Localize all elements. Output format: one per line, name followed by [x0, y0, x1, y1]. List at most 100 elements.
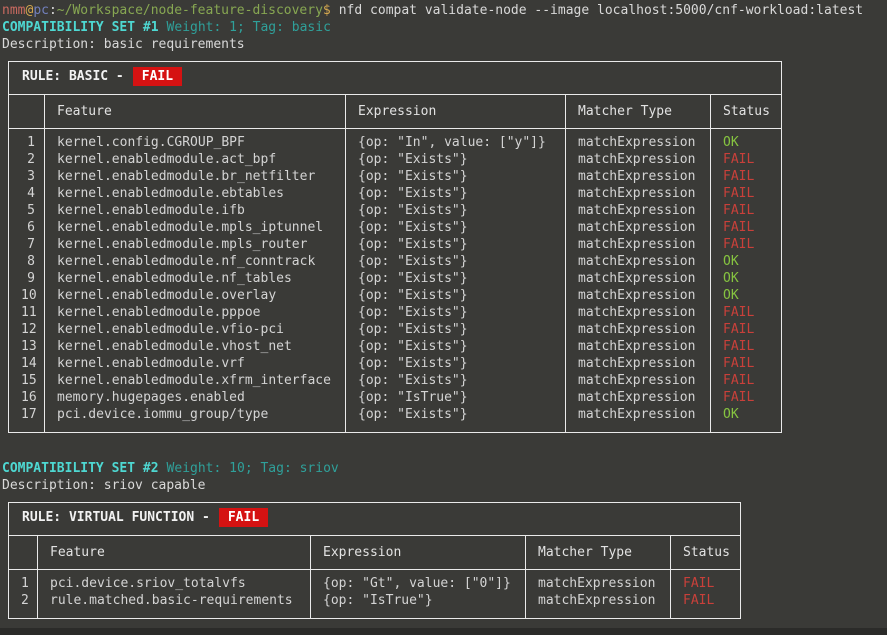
set2-description: Description: sriov capable — [2, 477, 887, 494]
expression-cell: {op: "Exists"} — [346, 236, 566, 253]
table-row: 9kernel.enabledmodule.nf_tables{op: "Exi… — [9, 270, 782, 287]
row-number-cell: 17 — [9, 406, 45, 433]
status-cell: FAIL — [711, 168, 782, 185]
row-number-cell: 1 — [9, 570, 38, 593]
status-cell: FAIL — [711, 304, 782, 321]
rule-label: RULE: BASIC - — [22, 69, 124, 84]
feature-cell: memory.hugepages.enabled — [45, 389, 346, 406]
matcher-cell: matchExpression — [566, 338, 711, 355]
col-header-expression: Expression — [346, 95, 566, 129]
prompt-user: nmm — [2, 3, 25, 18]
table-row: 2rule.matched.basic-requirements{op: "Is… — [9, 592, 741, 619]
terminal-bottom-edge — [0, 628, 887, 635]
status-cell: FAIL — [711, 321, 782, 338]
row-number-cell: 11 — [9, 304, 45, 321]
row-number-cell: 2 — [9, 151, 45, 168]
row-number-cell: 16 — [9, 389, 45, 406]
row-number-cell: 13 — [9, 338, 45, 355]
row-number-cell: 3 — [9, 168, 45, 185]
feature-cell: kernel.enabledmodule.nf_tables — [45, 270, 346, 287]
rule-status-badge: FAIL — [219, 508, 268, 527]
expression-cell: {op: "IsTrue"} — [311, 592, 526, 619]
expression-cell: {op: "Gt", value: ["0"]} — [311, 570, 526, 593]
table-row: 6kernel.enabledmodule.mpls_iptunnel{op: … — [9, 219, 782, 236]
feature-cell: kernel.enabledmodule.mpls_router — [45, 236, 346, 253]
table-row: 8kernel.enabledmodule.nf_conntrack{op: "… — [9, 253, 782, 270]
expression-cell: {op: "Exists"} — [346, 219, 566, 236]
col-header-matcher: Matcher Type — [566, 95, 711, 129]
row-number-cell: 1 — [9, 129, 45, 152]
feature-cell: kernel.enabledmodule.ebtables — [45, 185, 346, 202]
status-cell: FAIL — [711, 372, 782, 389]
feature-cell: pci.device.iommu_group/type — [45, 406, 346, 433]
set1-title: COMPATIBILITY SET #1 — [2, 20, 159, 35]
row-number-cell: 8 — [9, 253, 45, 270]
col-header-feature: Feature — [45, 95, 346, 129]
set1-meta: Weight: 1; Tag: basic — [167, 20, 331, 35]
feature-cell: kernel.enabledmodule.mpls_iptunnel — [45, 219, 346, 236]
expression-cell: {op: "Exists"} — [346, 202, 566, 219]
rule-table-virtual-function: RULE: VIRTUAL FUNCTION -FAIL Feature Exp… — [8, 502, 741, 619]
status-cell: OK — [711, 270, 782, 287]
matcher-cell: matchExpression — [566, 406, 711, 433]
table-row: 2kernel.enabledmodule.act_bpf{op: "Exist… — [9, 151, 782, 168]
prompt-colon: : — [49, 3, 57, 18]
feature-cell: rule.matched.basic-requirements — [38, 592, 311, 619]
expression-cell: {op: "Exists"} — [346, 287, 566, 304]
feature-cell: kernel.enabledmodule.xfrm_interface — [45, 372, 346, 389]
row-number-cell: 7 — [9, 236, 45, 253]
feature-cell: kernel.enabledmodule.nf_conntrack — [45, 253, 346, 270]
status-cell: FAIL — [711, 185, 782, 202]
matcher-cell: matchExpression — [566, 151, 711, 168]
rule-header-row: RULE: BASIC - FAIL — [9, 62, 782, 95]
col-header-matcher: Matcher Type — [526, 536, 671, 570]
set1-description: Description: basic requirements — [2, 36, 887, 53]
matcher-cell: matchExpression — [566, 372, 711, 389]
table-row: 15kernel.enabledmodule.xfrm_interface{op… — [9, 372, 782, 389]
table-row: 16memory.hugepages.enabled{op: "IsTrue"}… — [9, 389, 782, 406]
col-header-feature: Feature — [38, 536, 311, 570]
status-cell: FAIL — [711, 219, 782, 236]
row-number-cell: 9 — [9, 270, 45, 287]
rule-label: RULE: VIRTUAL FUNCTION - — [22, 510, 210, 525]
expression-cell: {op: "IsTrue"} — [346, 389, 566, 406]
matcher-cell: matchExpression — [566, 321, 711, 338]
table-row: 13kernel.enabledmodule.vhost_net{op: "Ex… — [9, 338, 782, 355]
expression-cell: {op: "Exists"} — [346, 253, 566, 270]
prompt-line: nmm@pc:~/Workspace/node-feature-discover… — [2, 2, 887, 19]
table-row: 3kernel.enabledmodule.br_netfilter{op: "… — [9, 168, 782, 185]
feature-cell: kernel.enabledmodule.vfio-pci — [45, 321, 346, 338]
table-row: 5kernel.enabledmodule.ifb{op: "Exists"}m… — [9, 202, 782, 219]
row-number-cell: 14 — [9, 355, 45, 372]
prompt-dollar: $ — [323, 3, 331, 18]
table-row: 1pci.device.sriov_totalvfs{op: "Gt", val… — [9, 570, 741, 593]
status-cell: OK — [711, 406, 782, 433]
table-row: 12kernel.enabledmodule.vfio-pci{op: "Exi… — [9, 321, 782, 338]
status-cell: OK — [711, 287, 782, 304]
rule-status-badge: FAIL — [133, 67, 182, 86]
matcher-cell: matchExpression — [566, 270, 711, 287]
row-number-cell: 12 — [9, 321, 45, 338]
table-row: 4kernel.enabledmodule.ebtables{op: "Exis… — [9, 185, 782, 202]
feature-cell: kernel.enabledmodule.br_netfilter — [45, 168, 346, 185]
feature-cell: kernel.enabledmodule.vhost_net — [45, 338, 346, 355]
expression-cell: {op: "In", value: ["y"]} — [346, 129, 566, 152]
status-cell: OK — [711, 129, 782, 152]
table-row: 14kernel.enabledmodule.vrf{op: "Exists"}… — [9, 355, 782, 372]
row-number-cell: 10 — [9, 287, 45, 304]
feature-cell: kernel.enabledmodule.overlay — [45, 287, 346, 304]
matcher-cell: matchExpression — [566, 219, 711, 236]
feature-cell: kernel.config.CGROUP_BPF — [45, 129, 346, 152]
matcher-cell: matchExpression — [526, 570, 671, 593]
row-number-cell: 2 — [9, 592, 38, 619]
set2-title-line: COMPATIBILITY SET #2Weight: 10; Tag: sri… — [2, 460, 887, 477]
row-number-cell: 15 — [9, 372, 45, 389]
feature-cell: kernel.enabledmodule.act_bpf — [45, 151, 346, 168]
expression-cell: {op: "Exists"} — [346, 151, 566, 168]
expression-cell: {op: "Exists"} — [346, 406, 566, 433]
matcher-cell: matchExpression — [566, 185, 711, 202]
expression-cell: {op: "Exists"} — [346, 304, 566, 321]
status-cell: FAIL — [671, 592, 741, 619]
col-header-status: Status — [671, 536, 741, 570]
terminal[interactable]: nmm@pc:~/Workspace/node-feature-discover… — [0, 0, 887, 635]
